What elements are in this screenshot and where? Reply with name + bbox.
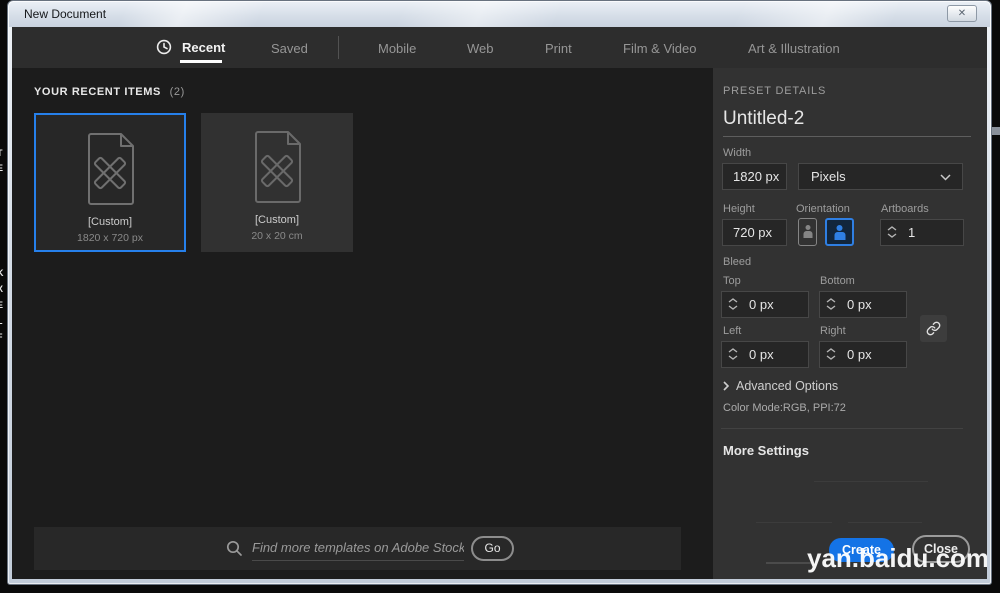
recent-item-card-selected[interactable]: [Custom] 1820 x 720 px bbox=[34, 113, 186, 252]
create-button[interactable]: Create bbox=[829, 538, 894, 562]
recent-items-header: YOUR RECENT ITEMS (2) bbox=[34, 86, 185, 98]
bleed-left-value: 0 px bbox=[749, 347, 774, 362]
stepper-arrows-icon[interactable] bbox=[826, 296, 836, 312]
tab-film-video[interactable]: Film & Video bbox=[623, 41, 696, 56]
artifact-line bbox=[814, 481, 928, 482]
close-icon: ✕ bbox=[957, 8, 967, 19]
custom-document-icon bbox=[255, 131, 301, 203]
document-name-field[interactable]: Untitled-2 bbox=[723, 108, 971, 137]
bleed-top-value: 0 px bbox=[749, 297, 774, 312]
recent-items-count: (2) bbox=[169, 86, 185, 98]
chevron-right-icon bbox=[723, 381, 730, 391]
new-document-dialog: New Document ✕ Recent Saved Mobile Web P… bbox=[7, 0, 992, 585]
background-window-fragment: T bbox=[0, 148, 5, 158]
tab-saved[interactable]: Saved bbox=[271, 41, 308, 56]
bleed-label: Bleed bbox=[723, 256, 752, 268]
bleed-bottom-value: 0 px bbox=[847, 297, 872, 312]
search-icon bbox=[226, 540, 242, 556]
custom-document-icon bbox=[88, 133, 134, 205]
more-settings-link[interactable]: More Settings bbox=[723, 443, 809, 458]
screen: T E I K X E L F New Document ✕ Recent Sa… bbox=[0, 0, 1000, 593]
background-window-fragment: K bbox=[0, 268, 4, 278]
unit-dropdown-value: Pixels bbox=[811, 169, 846, 184]
bleed-right-label: Right bbox=[820, 325, 846, 337]
adobe-stock-search-bar: Go bbox=[34, 527, 681, 570]
background-window-fragment: L bbox=[0, 316, 5, 326]
bleed-right-value: 0 px bbox=[847, 347, 872, 362]
orientation-label: Orientation bbox=[796, 203, 850, 215]
stock-search-input[interactable] bbox=[252, 535, 464, 561]
bleed-top-label: Top bbox=[723, 275, 741, 287]
artboards-stepper[interactable]: 1 bbox=[880, 219, 964, 246]
artifact-line bbox=[756, 522, 832, 523]
stepper-arrows-icon[interactable] bbox=[826, 346, 836, 362]
recent-item-name: [Custom] bbox=[87, 216, 132, 228]
unit-dropdown[interactable]: Pixels bbox=[798, 163, 963, 190]
height-input[interactable]: 720 px bbox=[722, 219, 787, 246]
background-window-fragment: E bbox=[0, 300, 4, 310]
recent-item-name: [Custom] bbox=[254, 214, 299, 226]
tab-art-illustration[interactable]: Art & Illustration bbox=[748, 41, 840, 56]
bleed-right-stepper[interactable]: 0 px bbox=[819, 341, 907, 368]
bleed-left-stepper[interactable]: 0 px bbox=[721, 341, 809, 368]
bleed-top-stepper[interactable]: 0 px bbox=[721, 291, 809, 318]
advanced-options-toggle[interactable]: Advanced Options bbox=[723, 379, 838, 393]
go-button[interactable]: Go bbox=[471, 536, 514, 561]
stepper-arrows-icon[interactable] bbox=[887, 224, 897, 240]
artifact-line bbox=[848, 522, 922, 523]
go-button-label: Go bbox=[484, 541, 501, 555]
stepper-arrows-icon[interactable] bbox=[728, 296, 738, 312]
tab-mobile[interactable]: Mobile bbox=[378, 41, 416, 56]
bleed-bottom-label: Bottom bbox=[820, 275, 855, 287]
recent-item-dimensions: 1820 x 720 px bbox=[77, 232, 143, 244]
bleed-bottom-stepper[interactable]: 0 px bbox=[819, 291, 907, 318]
clock-icon bbox=[156, 39, 172, 55]
tab-bar: Recent Saved Mobile Web Print Film & Vid… bbox=[12, 27, 987, 68]
advanced-options-label: Advanced Options bbox=[736, 379, 839, 393]
recent-item-card[interactable]: [Custom] 20 x 20 cm bbox=[201, 113, 353, 252]
tab-divider bbox=[338, 36, 339, 59]
width-label: Width bbox=[723, 147, 752, 159]
window-title: New Document bbox=[24, 7, 107, 21]
preset-details-panel: PRESET DETAILS Untitled-2 Width 1820 px … bbox=[713, 68, 987, 579]
chevron-down-icon bbox=[940, 174, 951, 181]
stepper-arrows-icon[interactable] bbox=[728, 346, 738, 362]
dialog-content: Recent Saved Mobile Web Print Film & Vid… bbox=[12, 27, 987, 579]
background-window-fragment: F bbox=[0, 332, 5, 342]
artboards-value: 1 bbox=[908, 225, 916, 240]
height-label: Height bbox=[723, 203, 755, 215]
orientation-portrait-button[interactable] bbox=[798, 218, 817, 246]
recent-item-dimensions: 20 x 20 cm bbox=[251, 230, 303, 242]
color-mode-info: Color Mode:RGB, PPI:72 bbox=[723, 402, 846, 414]
bleed-link-button[interactable] bbox=[920, 315, 947, 342]
recent-items-section: YOUR RECENT ITEMS (2) [Custom] 1820 x 72… bbox=[12, 68, 713, 579]
panel-divider bbox=[721, 428, 963, 429]
background-window-fragment: E bbox=[0, 163, 4, 173]
tab-web[interactable]: Web bbox=[467, 41, 494, 56]
recent-items-title: YOUR RECENT ITEMS bbox=[34, 86, 161, 98]
active-tab-underline bbox=[180, 60, 222, 63]
preset-details-header: PRESET DETAILS bbox=[723, 85, 827, 97]
tab-print[interactable]: Print bbox=[545, 41, 572, 56]
landscape-person-icon bbox=[834, 225, 845, 240]
background-window-fragment: I bbox=[0, 252, 5, 262]
window-close-button[interactable]: ✕ bbox=[947, 5, 977, 22]
artifact-line bbox=[766, 562, 811, 564]
orientation-landscape-button-selected[interactable] bbox=[825, 218, 854, 246]
portrait-person-icon bbox=[803, 225, 812, 238]
title-bar[interactable]: New Document ✕ bbox=[9, 2, 990, 27]
width-input[interactable]: 1820 px bbox=[722, 163, 787, 190]
close-button[interactable]: Close bbox=[912, 535, 970, 563]
tab-recent[interactable]: Recent bbox=[182, 40, 225, 55]
artboards-label: Artboards bbox=[881, 203, 929, 215]
background-window-fragment: X bbox=[0, 284, 4, 294]
link-icon bbox=[926, 321, 941, 336]
bleed-left-label: Left bbox=[723, 325, 742, 337]
